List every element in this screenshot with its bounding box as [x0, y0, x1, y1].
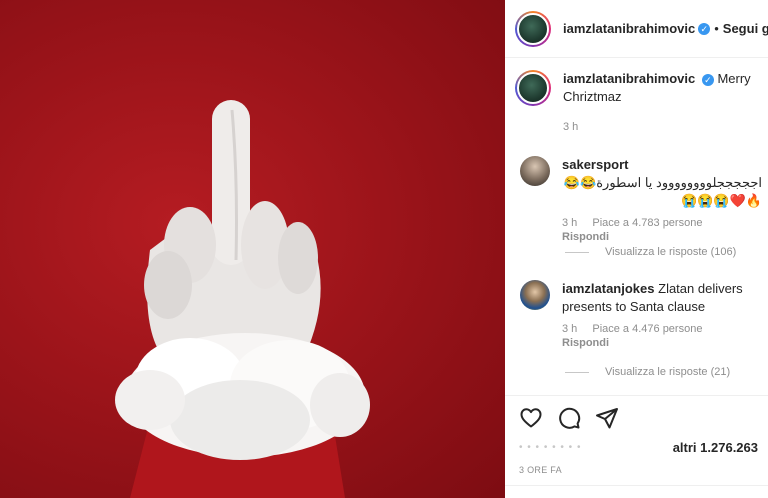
view-replies-link[interactable]: Visualizza le risposte (21)	[565, 366, 730, 378]
author-avatar[interactable]	[515, 10, 551, 47]
share-icon[interactable]	[595, 406, 619, 430]
post-image[interactable]	[0, 0, 505, 498]
comment-time[interactable]: 3 h	[562, 217, 577, 229]
comment-likes[interactable]: Piace a 4.783 persone	[592, 217, 702, 229]
following-button[interactable]: Segui già	[723, 21, 768, 36]
commenter-avatar[interactable]	[520, 280, 550, 310]
caption-author-avatar[interactable]	[515, 70, 551, 106]
comment-item: sakersport اجججججلوووووووود يا اسطورة😂😂🔥…	[520, 156, 765, 244]
divider	[505, 485, 768, 486]
caption-username[interactable]: iamzlatanibrahimovic	[563, 71, 695, 86]
reply-button[interactable]: Rispondi	[562, 336, 762, 350]
liked-by-obscured: • • • • • • • •	[519, 442, 582, 453]
commenter-avatar[interactable]	[520, 156, 550, 186]
comment-text: اجججججلوووووووود يا اسطورة😂😂🔥❤️😭😭😭	[563, 175, 762, 208]
reply-button[interactable]: Rispondi	[562, 230, 762, 244]
view-replies-label: Visualizza le risposte (106)	[605, 246, 737, 258]
verified-badge-icon: ✓	[698, 22, 711, 35]
separator-dot: •	[714, 21, 719, 36]
caption-verified-icon: ✓	[701, 73, 714, 86]
likes-count-link[interactable]: altri 1.276.263	[673, 440, 758, 455]
comment-time[interactable]: 3 h	[562, 323, 577, 335]
post-timestamp[interactable]: 3 ORE FA	[519, 465, 562, 475]
comment-item: iamzlatanjokes Zlatan delivers presents …	[520, 280, 765, 350]
commenter-username[interactable]: iamzlatanjokes	[562, 281, 655, 296]
comment-likes[interactable]: Piace a 4.476 persone	[592, 323, 702, 335]
view-replies-link[interactable]: Visualizza le risposte (106)	[565, 246, 736, 258]
comment-icon[interactable]	[557, 406, 581, 430]
commenter-username[interactable]: sakersport	[562, 157, 628, 172]
author-username[interactable]: iamzlatanibrahimovic	[563, 21, 695, 36]
santa-glove-illustration	[115, 100, 370, 498]
post-header: iamzlatanibrahimovic ✓ • Segui già	[505, 0, 768, 58]
caption-time[interactable]: 3 h	[563, 118, 759, 136]
view-replies-label: Visualizza le risposte (21)	[605, 366, 731, 378]
replies-divider	[565, 251, 589, 253]
heart-icon[interactable]	[519, 406, 543, 430]
post-caption: iamzlatanibrahimovic ✓ Merry Chriztmaz 3…	[515, 70, 763, 136]
glove-pinky-folded	[278, 222, 318, 294]
post-sidebar: iamzlatanibrahimovic ✓ • Segui già iamzl…	[505, 0, 768, 498]
action-bar	[505, 395, 768, 439]
glove-thumb	[144, 251, 192, 319]
replies-divider	[565, 371, 589, 373]
likes-summary: • • • • • • • • altri 1.276.263	[519, 440, 764, 455]
